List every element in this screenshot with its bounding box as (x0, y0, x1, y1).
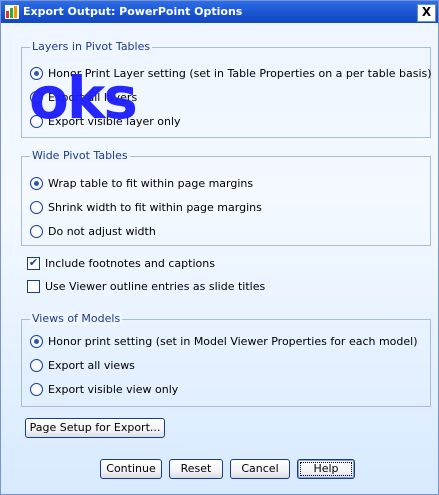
radio-label: Export visible view only (48, 382, 179, 396)
radio-label: Shrink width to fit within page margins (48, 200, 262, 214)
checkbox-checked-icon[interactable]: ✔ (27, 256, 40, 270)
cancel-button[interactable]: Cancel (230, 459, 290, 479)
radio-label: Honor print setting (set in Model Viewer… (48, 334, 418, 348)
radio-button[interactable] (30, 382, 43, 396)
close-icon[interactable]: X (417, 4, 436, 22)
models-group-legend: Views of Models (30, 312, 123, 325)
export-options-dialog: Export Output: PowerPoint Options X Laye… (0, 0, 439, 495)
radio-export-all-views[interactable]: Export all views (30, 357, 135, 373)
spss-app-icon (5, 5, 19, 19)
radio-label: Export all views (48, 358, 135, 372)
radio-honor-print-setting[interactable]: Honor print setting (set in Model Viewer… (30, 333, 418, 349)
checkbox-unchecked-icon[interactable] (27, 279, 40, 293)
views-of-models-group: Views of Models Honor print setting (set… (21, 312, 431, 407)
radio-button[interactable] (30, 358, 43, 372)
radio-export-visible-view[interactable]: Export visible view only (30, 381, 178, 397)
checkbox-label: Use Viewer outline entries as slide titl… (45, 279, 266, 293)
layers-group-legend: Layers in Pivot Tables (30, 40, 153, 53)
radio-button[interactable] (30, 334, 43, 348)
radio-button[interactable] (30, 176, 43, 190)
radio-wrap-table[interactable]: Wrap table to fit within page margins (30, 175, 253, 191)
page-setup-button[interactable]: Page Setup for Export... (25, 418, 165, 438)
reset-button[interactable]: Reset (169, 459, 223, 479)
radio-shrink-width[interactable]: Shrink width to fit within page margins (30, 199, 262, 215)
title-bar: Export Output: PowerPoint Options X (1, 1, 438, 23)
checkbox-include-footnotes[interactable]: ✔ Include footnotes and captions (27, 255, 215, 271)
radio-button[interactable] (30, 224, 43, 238)
radio-do-not-adjust[interactable]: Do not adjust width (30, 223, 156, 239)
watermark-text: oks (29, 64, 138, 132)
wide-pivot-tables-group: Wide Pivot Tables Wrap table to fit with… (21, 149, 431, 246)
radio-label: Wrap table to fit within page margins (48, 176, 254, 190)
help-button[interactable]: Help (297, 459, 355, 479)
checkbox-label: Include footnotes and captions (45, 256, 215, 270)
radio-label: Do not adjust width (48, 224, 156, 238)
radio-button[interactable] (30, 200, 43, 214)
checkbox-use-viewer-outline[interactable]: Use Viewer outline entries as slide titl… (27, 278, 265, 294)
window-title: Export Output: PowerPoint Options (23, 5, 243, 18)
continue-button[interactable]: Continue (100, 459, 162, 479)
wide-group-legend: Wide Pivot Tables (30, 149, 130, 162)
